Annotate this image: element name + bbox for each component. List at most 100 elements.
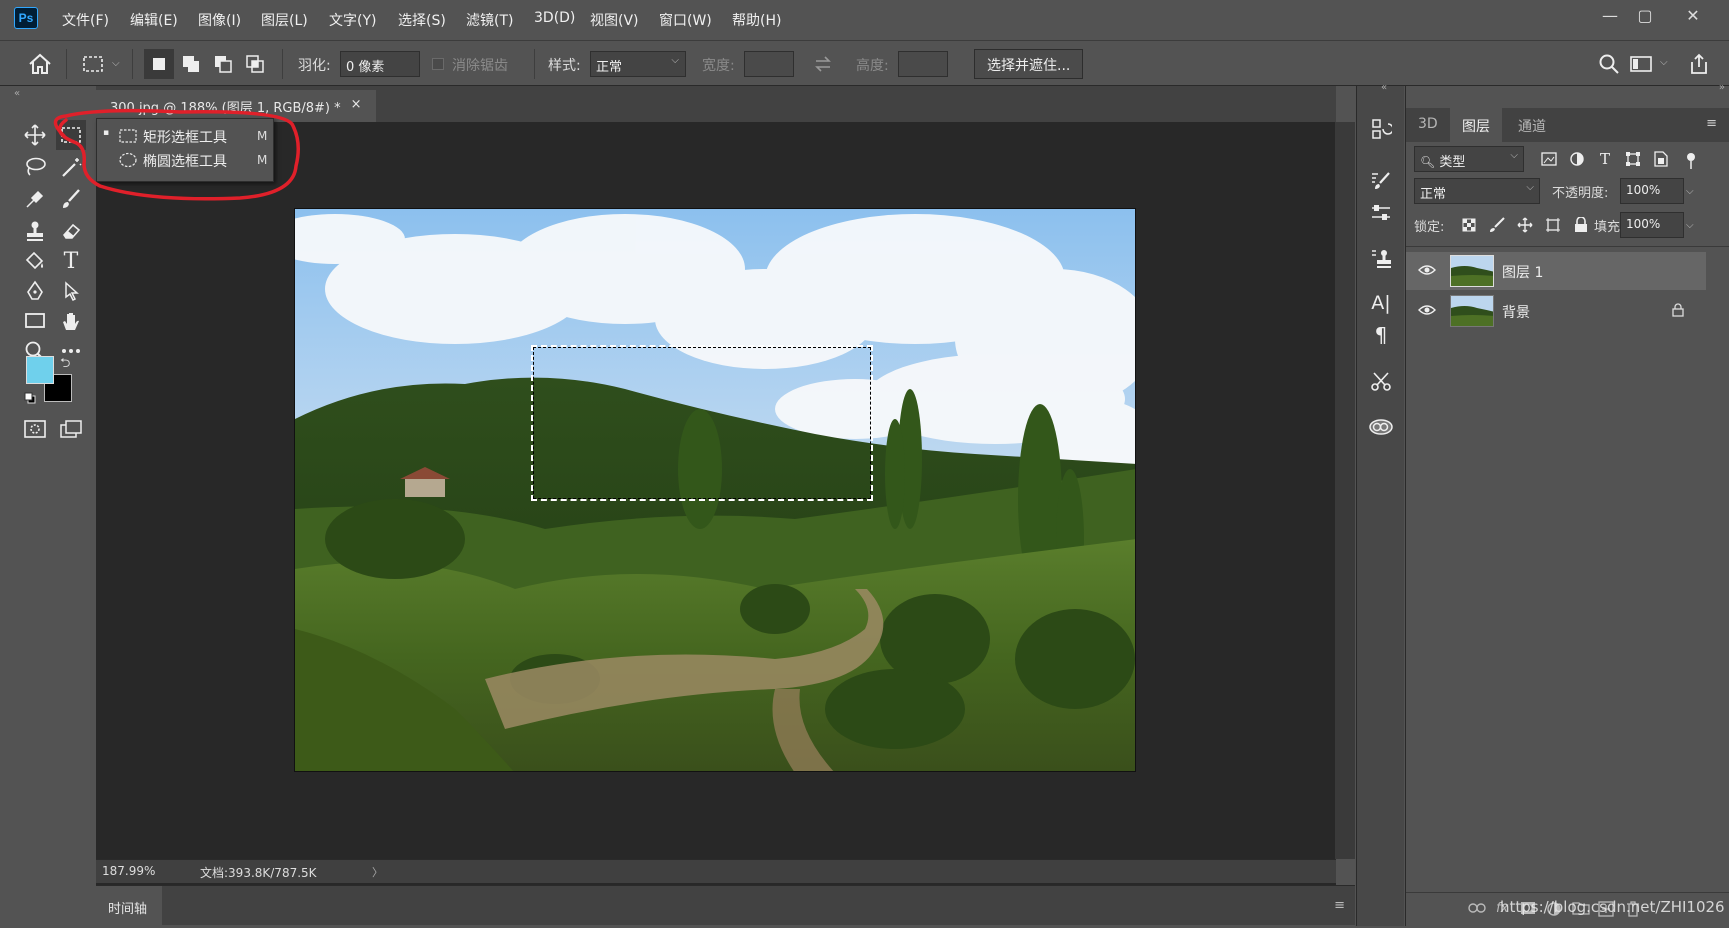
tab-3d[interactable]: 3D (1406, 108, 1450, 142)
clone-stamp-tool-icon[interactable] (20, 216, 50, 246)
filter-shape-icon[interactable] (1618, 144, 1648, 174)
tab-channels[interactable]: 通道 (1506, 108, 1558, 142)
opacity-label: 不透明度: (1552, 186, 1609, 201)
filter-adjustment-icon[interactable] (1562, 144, 1592, 174)
vertical-scrollbar[interactable] (1335, 122, 1355, 859)
layer-name[interactable]: 图层 1 (1502, 262, 1543, 282)
adjustments-icon[interactable] (1366, 198, 1396, 228)
close-tab-icon[interactable]: × (351, 97, 362, 115)
home-icon[interactable] (25, 49, 55, 79)
pen-tool-icon[interactable] (20, 276, 50, 306)
chevron-down-icon[interactable]: ⌵ (112, 58, 120, 69)
menu-select[interactable]: 选择(S) (398, 10, 446, 30)
filter-toggle-icon[interactable] (1686, 152, 1696, 170)
menu-edit[interactable]: 编辑(E) (130, 10, 178, 30)
new-selection-icon[interactable] (144, 49, 174, 79)
opacity-input[interactable]: 100% (1620, 178, 1684, 204)
menu-image[interactable]: 图像(I) (198, 10, 241, 30)
screen-mode-icon[interactable] (56, 414, 86, 444)
blend-mode-select[interactable]: 正常 ⌵ (1414, 178, 1540, 204)
paint-bucket-tool-icon[interactable] (20, 246, 50, 276)
status-menu-arrow-icon[interactable]: 〉 (372, 864, 383, 880)
layers-panel: » 3D 图层 通道 ≡ 🔍︎ 类型 ⌵ T 正常 ⌵ 不透明度: 100% ⌵… (1405, 82, 1729, 926)
menu-window[interactable]: 窗口(W) (659, 10, 712, 30)
lock-transparent-icon[interactable] (1454, 210, 1484, 240)
type-tool-icon[interactable]: T (56, 246, 86, 276)
intersect-selection-icon[interactable] (240, 49, 270, 79)
foreground-color-swatch[interactable] (26, 356, 54, 384)
watermark-text: https://blog.csdn.net/ZHI1026 (1500, 898, 1725, 916)
hand-tool-icon[interactable] (56, 306, 86, 336)
history-icon[interactable] (1366, 114, 1396, 144)
menu-type[interactable]: 文字(Y) (329, 10, 376, 30)
chevron-down-icon[interactable]: ⌵ (1660, 57, 1668, 68)
antialias-checkbox[interactable] (432, 58, 444, 70)
share-icon[interactable] (1684, 49, 1714, 79)
select-and-mask-button[interactable]: 选择并遮住... (974, 49, 1084, 79)
tool-presets-icon[interactable] (1366, 366, 1396, 396)
style-label: 样式: (548, 58, 581, 74)
collapse-arrows-icon[interactable]: « (14, 88, 20, 99)
timeline-tab[interactable]: 时间轴 (96, 886, 162, 926)
quick-mask-icon[interactable] (20, 414, 50, 444)
zoom-level[interactable]: 187.99% (102, 864, 155, 878)
menu-3d[interactable]: 3D(D) (534, 10, 575, 26)
width-input[interactable] (744, 51, 794, 77)
layer-row-background[interactable]: 背景 (1406, 292, 1706, 330)
menu-layer[interactable]: 图层(L) (261, 10, 308, 30)
lock-pixels-icon[interactable] (1482, 210, 1512, 240)
layer-row-layer1[interactable]: 图层 1 (1406, 252, 1706, 290)
status-bar: 187.99% 文档:393.8K/787.5K 〉 (96, 859, 1336, 883)
layer-filter-select[interactable]: 🔍︎ 类型 ⌵ (1414, 146, 1524, 172)
lock-position-icon[interactable] (1510, 210, 1540, 240)
search-icon[interactable] (1594, 49, 1624, 79)
paragraph-icon[interactable]: ¶ (1366, 320, 1396, 350)
restore-button[interactable]: ▢ (1631, 4, 1659, 28)
collapse-arrows-icon[interactable]: » (1719, 82, 1725, 93)
clone-source-icon[interactable] (1366, 244, 1396, 274)
subtract-from-selection-icon[interactable] (208, 49, 238, 79)
eraser-tool-icon[interactable] (56, 216, 86, 246)
lock-all-icon[interactable] (1566, 210, 1596, 240)
filter-smart-object-icon[interactable] (1646, 144, 1676, 174)
close-window-button[interactable]: ✕ (1679, 4, 1707, 28)
feather-input[interactable]: 0 像素 (340, 51, 420, 77)
link-layers-icon[interactable] (1468, 903, 1486, 913)
lock-artboard-icon[interactable] (1538, 210, 1568, 240)
swap-colors-icon[interactable]: ⮌ (60, 354, 70, 376)
style-select-value: 正常 (596, 60, 623, 75)
chevron-down-icon: ⌵ (671, 55, 679, 66)
filter-pixel-icon[interactable] (1534, 144, 1564, 174)
visibility-eye-icon[interactable] (1418, 304, 1436, 316)
menu-help[interactable]: 帮助(H) (732, 10, 781, 30)
style-select[interactable]: 正常 ⌵ (590, 51, 686, 77)
chevron-down-icon[interactable]: ⌵ (1686, 186, 1694, 197)
libraries-icon[interactable] (1366, 412, 1396, 442)
landscape-photo[interactable] (294, 208, 1136, 772)
menu-filter[interactable]: 滤镜(T) (466, 10, 513, 30)
menu-file[interactable]: 文件(F) (62, 10, 109, 30)
layer-lock-icon[interactable] (1672, 303, 1684, 317)
collapse-arrows-icon[interactable]: « (1381, 82, 1387, 93)
menu-view[interactable]: 视图(V) (590, 10, 639, 30)
tab-layers[interactable]: 图层 (1450, 108, 1502, 142)
fill-input[interactable]: 100% (1620, 212, 1684, 238)
panel-menu-icon[interactable]: ≡ (1706, 116, 1717, 131)
minimize-button[interactable]: — (1596, 4, 1624, 28)
chevron-down-icon[interactable]: ⌵ (1686, 220, 1694, 231)
add-to-selection-icon[interactable] (176, 49, 206, 79)
visibility-eye-icon[interactable] (1418, 264, 1436, 276)
filter-type-icon[interactable]: T (1590, 144, 1620, 174)
default-colors-icon[interactable] (24, 392, 36, 404)
brush-settings-icon[interactable] (1366, 166, 1396, 196)
swap-width-height-icon[interactable] (808, 49, 838, 79)
panel-menu-icon[interactable]: ≡ (1334, 898, 1345, 913)
rectangle-tool-icon[interactable] (20, 306, 50, 336)
layer-name[interactable]: 背景 (1502, 302, 1530, 322)
path-selection-tool-icon[interactable] (56, 276, 86, 306)
character-icon[interactable]: A| (1366, 288, 1396, 318)
marquee-preset-icon[interactable] (78, 49, 108, 79)
marquee-selection[interactable] (531, 345, 873, 501)
workspace-icon[interactable] (1626, 49, 1656, 79)
height-input[interactable] (898, 51, 948, 77)
